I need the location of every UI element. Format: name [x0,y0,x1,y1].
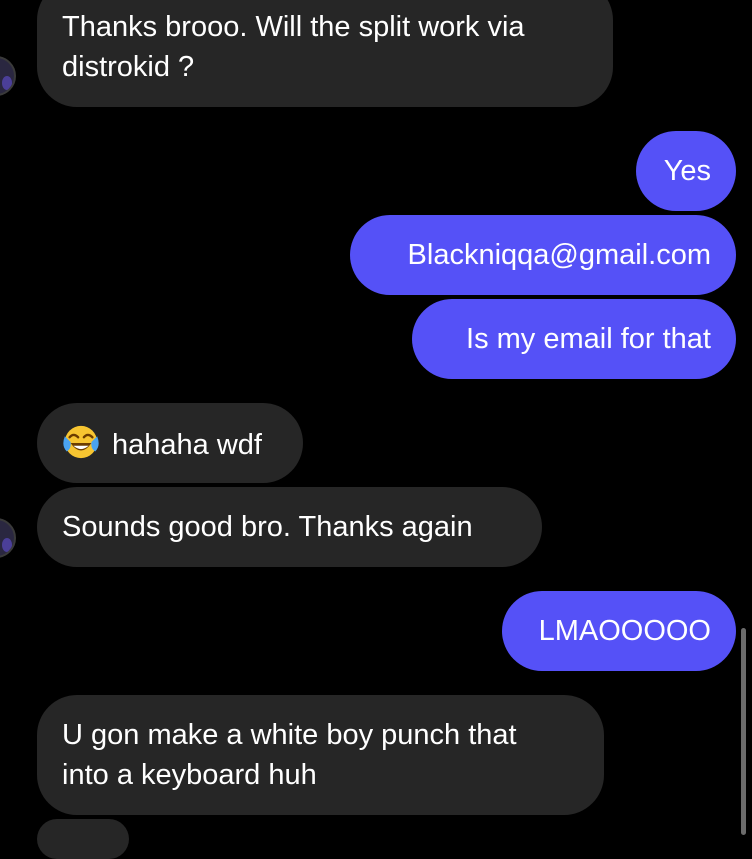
message-text: U gon make a white boy punch that [62,719,517,751]
message-thread: Thanks brooo. Will the split work via di… [0,0,752,859]
message-text: hahaha wdf [112,429,262,461]
outgoing-message-bubble[interactable]: Blackniqqa@gmail.com [350,215,736,295]
message-text: Blackniqqa@gmail.com [407,239,711,271]
message-text: Thanks brooo. Will the split work via [62,11,525,43]
incoming-message-bubble[interactable]: Thanks brooo. Will the split work via di… [37,0,613,107]
laughing-crying-emoji-icon [63,425,99,459]
outgoing-message-bubble[interactable]: LMAOOOOO [502,591,736,671]
message-text: LMAOOOOO [538,615,711,647]
contact-avatar[interactable] [0,56,16,96]
outgoing-message-bubble[interactable]: Is my email for that [412,299,736,379]
message-text: distrokid ? [62,51,195,83]
contact-avatar[interactable] [0,518,16,558]
outgoing-message-bubble[interactable]: Yes [636,131,736,211]
incoming-message-bubble[interactable]: Sounds good bro. Thanks again [37,487,542,567]
message-text: Sounds good bro. Thanks again [62,511,473,543]
incoming-message-bubble[interactable]: hahaha wdf [37,403,303,483]
scrollbar[interactable] [741,628,746,835]
incoming-message-bubble[interactable] [37,819,129,859]
message-text: Yes [663,155,711,187]
message-text: Is my email for that [466,323,711,355]
incoming-message-bubble[interactable]: U gon make a white boy punch that into a… [37,695,604,815]
message-text: into a keyboard huh [62,759,317,791]
